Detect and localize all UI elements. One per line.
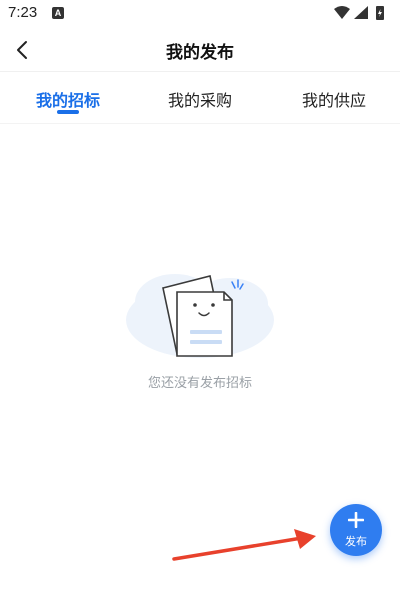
tab-my-tenders[interactable]: 我的招标 [18, 87, 118, 111]
tab-bar: 我的招标 我的采购 我的供应 [0, 74, 400, 124]
empty-document-icon [126, 274, 274, 358]
status-bar: 7:23 A [0, 0, 400, 28]
publish-label: 发布 [345, 535, 367, 548]
empty-state-message: 您还没有发布招标 [147, 376, 252, 391]
tab-my-supply[interactable]: 我的供应 [284, 87, 384, 111]
annotation-arrow [172, 529, 316, 561]
active-tab-indicator [57, 110, 79, 114]
page-title: 我的发布 [166, 43, 234, 63]
status-time: 7:23 [8, 4, 38, 21]
tab-my-purchases[interactable]: 我的采购 [150, 87, 250, 111]
status-icons [334, 6, 384, 20]
signal-icon [354, 6, 368, 19]
app-bar: 我的发布 [0, 28, 400, 72]
plus-icon [348, 512, 364, 528]
notification-icon: A [52, 7, 64, 19]
publish-fab-button[interactable]: 发布 [330, 504, 382, 556]
wifi-icon [334, 6, 350, 19]
